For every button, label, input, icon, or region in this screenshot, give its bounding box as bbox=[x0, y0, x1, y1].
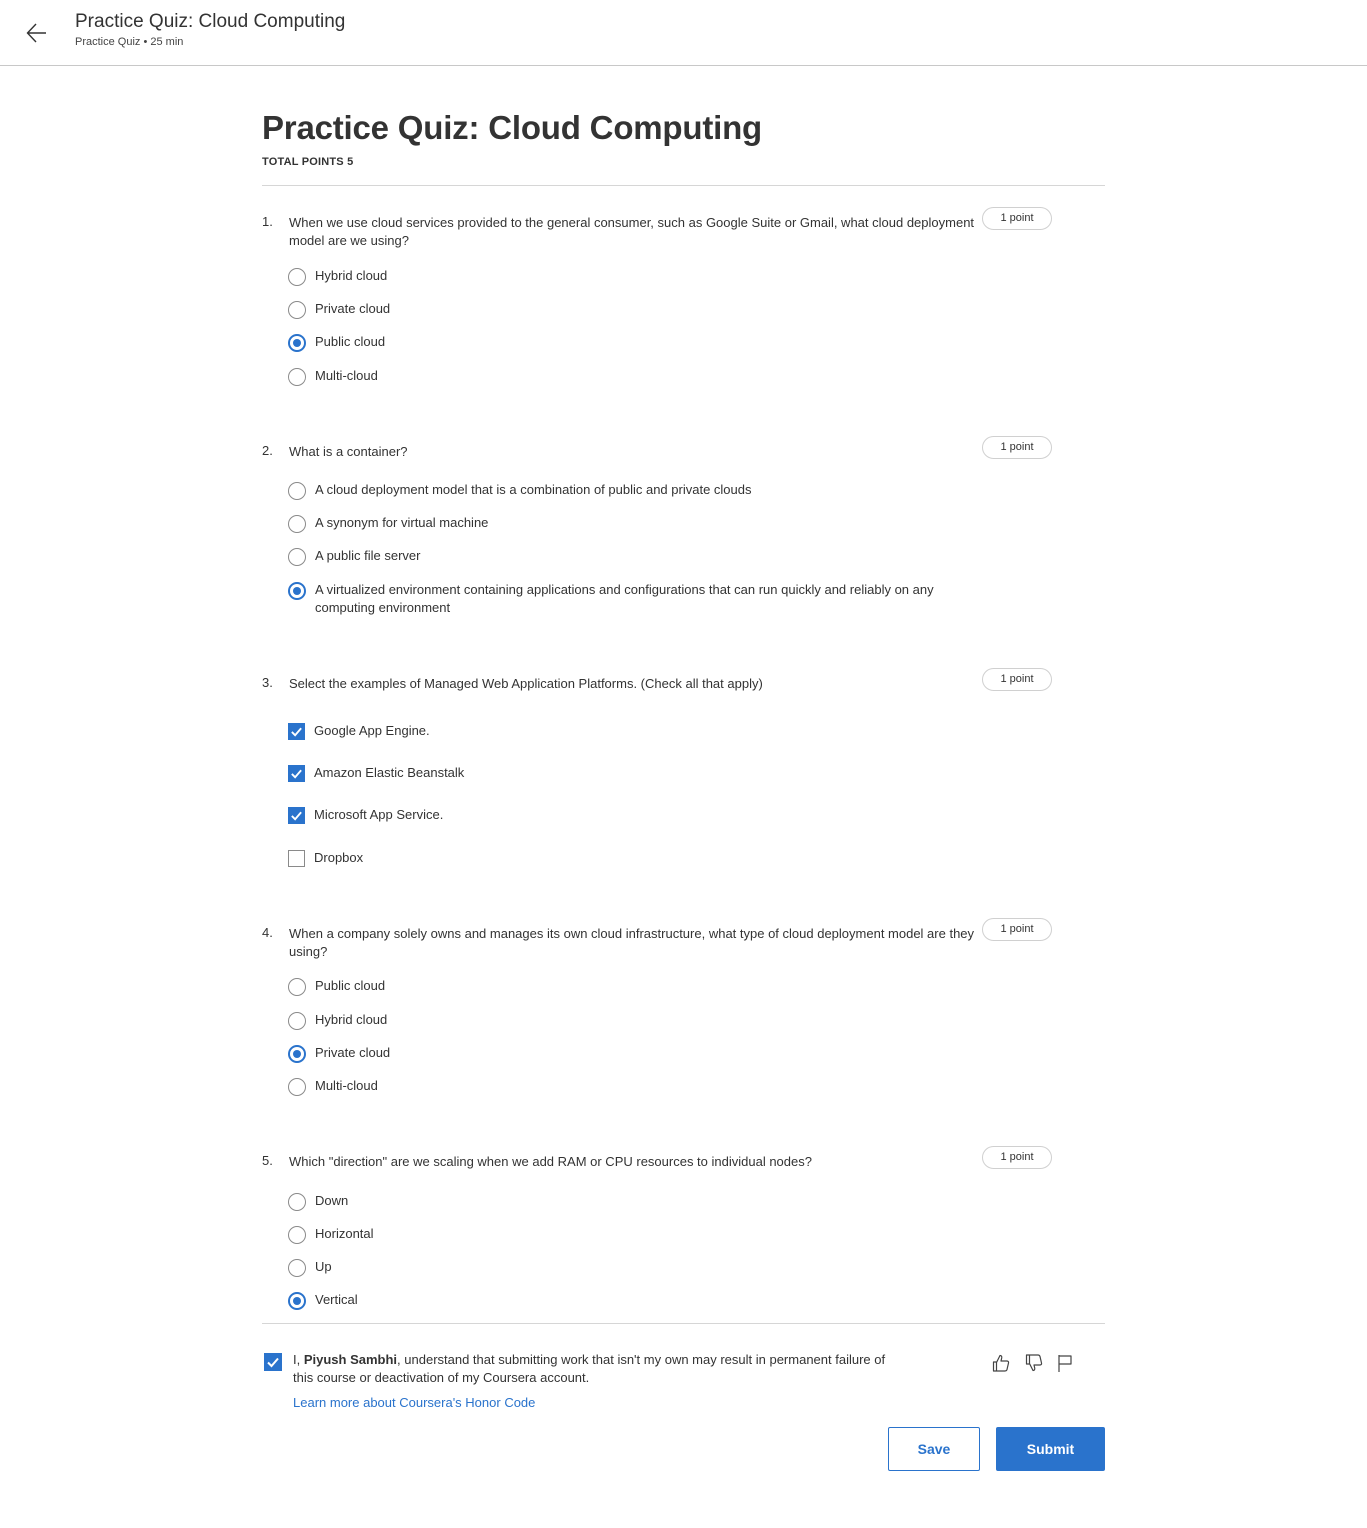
radio-unselected[interactable] bbox=[288, 1012, 306, 1030]
option-label: Multi-cloud bbox=[315, 368, 378, 383]
option-label: Amazon Elastic Beanstalk bbox=[314, 765, 465, 780]
radio-option[interactable]: Up bbox=[288, 1258, 965, 1277]
radio-unselected[interactable] bbox=[288, 301, 306, 319]
checkbox-unchecked[interactable] bbox=[288, 850, 305, 867]
radio-unselected[interactable] bbox=[288, 1193, 306, 1211]
points-badge: 1 point bbox=[982, 1146, 1052, 1169]
question-number: 1. bbox=[262, 214, 273, 229]
option-label: Hybrid cloud bbox=[315, 268, 388, 283]
question-number: 5. bbox=[262, 1153, 273, 1168]
honor-code-checkbox[interactable] bbox=[264, 1353, 282, 1371]
radio-option[interactable]: Multi-cloud bbox=[288, 1077, 965, 1096]
option-label: Public cloud bbox=[315, 334, 386, 349]
option-label: A cloud deployment model that is a combi… bbox=[315, 482, 752, 497]
learner-name: Piyush Sambhi bbox=[303, 1352, 398, 1367]
checkbox-option[interactable]: Microsoft App Service. bbox=[288, 806, 964, 824]
radio-selected[interactable] bbox=[288, 334, 306, 352]
question-number: 4. bbox=[262, 925, 273, 940]
question-text: Which "direction" are we scaling when we… bbox=[289, 1154, 812, 1169]
checkbox-checked[interactable] bbox=[288, 765, 305, 782]
question-text: When a company solely owns and manages i… bbox=[289, 926, 975, 959]
flag-icon[interactable] bbox=[1054, 1352, 1076, 1374]
radio-option[interactable]: A synonym for virtual machine bbox=[288, 514, 965, 533]
option-label: A public file server bbox=[315, 548, 421, 563]
submit-button[interactable]: Submit bbox=[996, 1427, 1105, 1471]
option-label: Down bbox=[315, 1193, 349, 1208]
radio-unselected[interactable] bbox=[288, 368, 306, 386]
option-label: Horizontal bbox=[315, 1226, 374, 1241]
honor-code-link[interactable]: Learn more about Coursera's Honor Code bbox=[293, 1395, 535, 1410]
radio-option[interactable]: A public file server bbox=[288, 547, 965, 566]
radio-unselected[interactable] bbox=[288, 1078, 306, 1096]
radio-unselected[interactable] bbox=[288, 1259, 306, 1277]
radio-selected[interactable] bbox=[288, 1292, 306, 1310]
honor-code-statement: I, Piyush Sambhi, understand that submit… bbox=[293, 1351, 893, 1387]
checkmark-icon bbox=[267, 1357, 279, 1368]
checkbox-checked[interactable] bbox=[288, 807, 305, 824]
save-button[interactable]: Save bbox=[888, 1427, 980, 1471]
option-label: Microsoft App Service. bbox=[314, 807, 444, 822]
option-label: Up bbox=[315, 1259, 332, 1274]
thumbs-down-icon[interactable] bbox=[1023, 1352, 1045, 1374]
radio-unselected[interactable] bbox=[288, 978, 306, 996]
points-badge: 1 point bbox=[982, 207, 1052, 230]
quiz-main: Practice Quiz: Cloud Computing TOTAL POI… bbox=[262, 100, 1105, 186]
option-label: Hybrid cloud bbox=[315, 1012, 388, 1027]
checkmark-icon bbox=[291, 811, 302, 821]
question-text: When we use cloud services provided to t… bbox=[289, 215, 975, 248]
checkbox-option[interactable]: Google App Engine. bbox=[288, 722, 964, 740]
total-points: TOTAL POINTS 5 bbox=[262, 156, 354, 168]
radio-option[interactable]: A virtualized environment containing app… bbox=[288, 581, 965, 617]
radio-selected[interactable] bbox=[288, 582, 306, 600]
radio-option[interactable]: Hybrid cloud bbox=[288, 1011, 965, 1030]
radio-option[interactable]: Public cloud bbox=[288, 977, 965, 996]
header-subtitle: Practice Quiz • 25 min bbox=[75, 36, 184, 48]
radio-unselected[interactable] bbox=[288, 482, 306, 500]
honor-prefix: I, bbox=[293, 1352, 304, 1367]
question-text: What is a container? bbox=[289, 444, 408, 459]
option-label: Multi-cloud bbox=[315, 1078, 378, 1093]
radio-option[interactable]: A cloud deployment model that is a combi… bbox=[288, 481, 965, 500]
radio-option[interactable]: Private cloud bbox=[288, 1044, 965, 1063]
radio-option[interactable]: Vertical bbox=[288, 1291, 965, 1310]
divider bbox=[262, 1323, 1105, 1324]
option-label: Private cloud bbox=[315, 301, 391, 316]
option-label: Google App Engine. bbox=[314, 723, 430, 738]
question-number: 2. bbox=[262, 443, 273, 458]
radio-option[interactable]: Horizontal bbox=[288, 1225, 965, 1244]
radio-option[interactable]: Down bbox=[288, 1192, 965, 1211]
radio-option[interactable]: Private cloud bbox=[288, 300, 965, 319]
thumbs-up-icon[interactable] bbox=[990, 1352, 1012, 1374]
checkbox-checked[interactable] bbox=[288, 723, 305, 740]
option-label: Vertical bbox=[315, 1292, 358, 1307]
divider bbox=[262, 185, 1105, 186]
back-arrow-icon[interactable] bbox=[22, 18, 52, 48]
option-label: A synonym for virtual machine bbox=[315, 515, 489, 530]
top-bar: Practice Quiz: Cloud Computing Practice … bbox=[0, 0, 1367, 66]
checkbox-option[interactable]: Amazon Elastic Beanstalk bbox=[288, 764, 964, 782]
option-label: A virtualized environment containing app… bbox=[315, 582, 934, 615]
points-badge: 1 point bbox=[982, 668, 1052, 691]
points-badge: 1 point bbox=[982, 436, 1052, 459]
checkmark-icon bbox=[291, 769, 302, 779]
checkbox-option[interactable]: Dropbox bbox=[288, 849, 964, 867]
option-label: Dropbox bbox=[314, 850, 364, 865]
radio-selected[interactable] bbox=[288, 1045, 306, 1063]
radio-unselected[interactable] bbox=[288, 548, 306, 566]
points-badge: 1 point bbox=[982, 918, 1052, 941]
radio-option[interactable]: Hybrid cloud bbox=[288, 267, 965, 286]
radio-unselected[interactable] bbox=[288, 268, 306, 286]
radio-option[interactable]: Multi-cloud bbox=[288, 367, 965, 386]
radio-unselected[interactable] bbox=[288, 1226, 306, 1244]
quiz-title: Practice Quiz: Cloud Computing bbox=[262, 109, 763, 146]
question-number: 3. bbox=[262, 675, 273, 690]
question-text: Select the examples of Managed Web Appli… bbox=[289, 676, 763, 691]
header-title: Practice Quiz: Cloud Computing bbox=[75, 11, 346, 32]
checkmark-icon bbox=[291, 727, 302, 737]
option-label: Public cloud bbox=[315, 978, 386, 993]
radio-option[interactable]: Public cloud bbox=[288, 333, 965, 352]
radio-unselected[interactable] bbox=[288, 515, 306, 533]
option-label: Private cloud bbox=[315, 1045, 391, 1060]
